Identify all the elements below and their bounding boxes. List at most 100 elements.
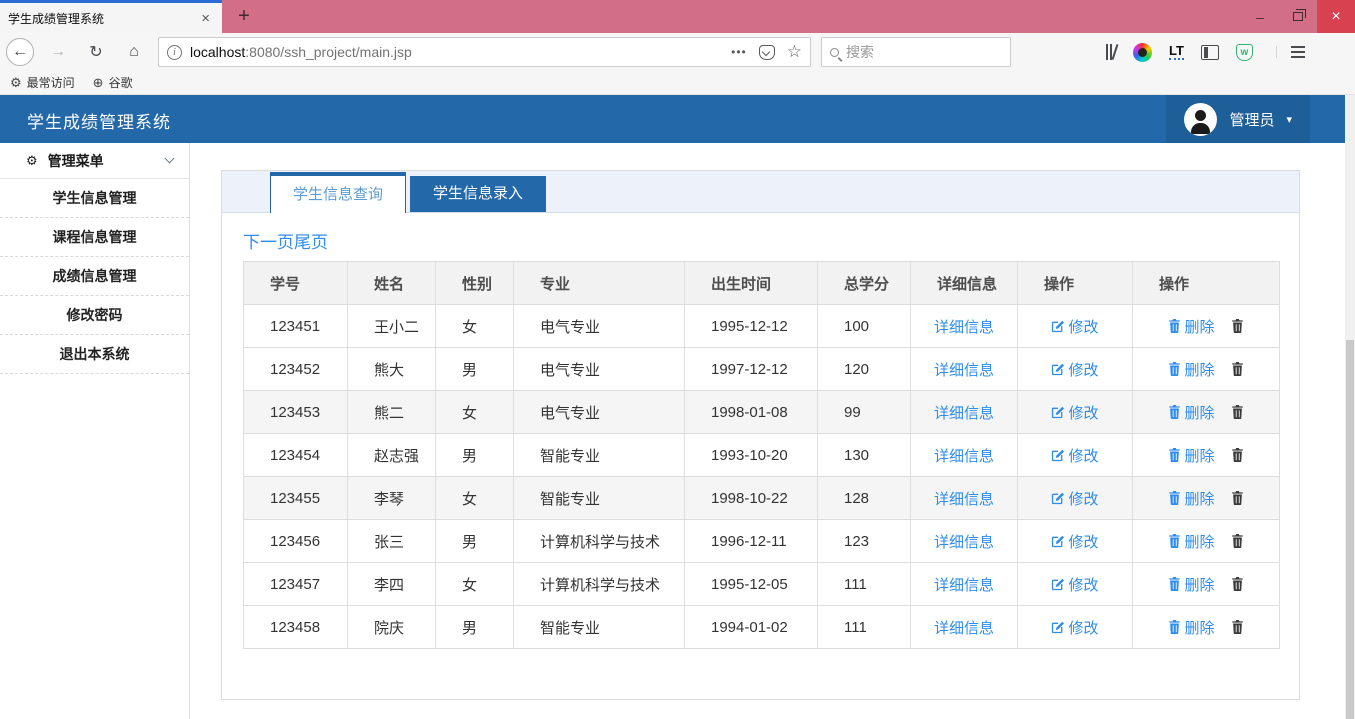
chevron-down-icon (165, 154, 175, 164)
table-row: 123453熊二女电气专业1998-01-0899详细信息修改删除 (244, 391, 1280, 434)
bookmark-google[interactable]: ⊕ 谷歌 (93, 74, 133, 91)
scrollbar-thumb[interactable] (1346, 340, 1354, 719)
globe-icon: ⊕ (93, 76, 104, 89)
page-scrollbar[interactable] (1345, 95, 1355, 719)
site-info-icon[interactable]: i (167, 45, 182, 60)
student-table: 学号姓名性别专业出生时间总学分详细信息操作操作 123451王小二女电气专业19… (243, 261, 1280, 649)
student-gender: 女 (436, 391, 514, 434)
bookmark-most-visited[interactable]: ⚙ 最常访问 (10, 74, 75, 91)
student-credits: 100 (818, 305, 911, 348)
column-header: 姓名 (348, 262, 436, 305)
admin-dropdown[interactable]: 管理员 ▾ (1166, 95, 1310, 143)
bookmark-star-icon[interactable]: ☆ (787, 42, 802, 62)
edit-cell: 修改 (1018, 563, 1133, 606)
tab-close-icon[interactable]: × (197, 10, 214, 27)
edit-link[interactable]: 修改 (1051, 359, 1098, 380)
pagination: 下一页尾页 (243, 228, 1299, 253)
detail-link[interactable]: 详细信息 (934, 445, 994, 466)
library-icon[interactable] (1106, 44, 1116, 60)
sidebar-menu-header[interactable]: ⚙ 管理菜单 (0, 143, 189, 179)
column-header: 总学分 (818, 262, 911, 305)
student-birthdate: 1995-12-12 (685, 305, 818, 348)
browser-tab[interactable]: 学生成绩管理系统 × (0, 0, 222, 33)
detail-link[interactable]: 详细信息 (934, 316, 994, 337)
search-icon (830, 48, 839, 57)
edit-link[interactable]: 修改 (1051, 617, 1098, 638)
delete-link[interactable]: 删除 (1168, 402, 1214, 423)
page-actions-icon[interactable]: ••• (731, 45, 747, 59)
last-page-link[interactable]: 尾页 (294, 233, 328, 252)
trash-button-icon[interactable] (1231, 448, 1244, 462)
trash-button-icon[interactable] (1231, 620, 1244, 634)
sidebar-item[interactable]: 学生信息管理 (0, 179, 189, 218)
detail-link[interactable]: 详细信息 (934, 617, 994, 638)
shield-extension-icon[interactable]: w (1236, 44, 1253, 61)
trash-button-icon[interactable] (1231, 491, 1244, 505)
sidebar-item[interactable]: 课程信息管理 (0, 218, 189, 257)
detail-link[interactable]: 详细信息 (934, 531, 994, 552)
languagetool-icon[interactable]: LT (1169, 44, 1184, 60)
menu-icon[interactable] (1276, 46, 1305, 58)
edit-icon (1051, 619, 1065, 636)
edit-cell: 修改 (1018, 606, 1133, 649)
window-controls: – × (1241, 0, 1355, 33)
delete-link[interactable]: 删除 (1168, 617, 1214, 638)
delete-link[interactable]: 删除 (1168, 359, 1214, 380)
search-input[interactable]: 搜索 (821, 37, 1011, 67)
tab-student-query[interactable]: 学生信息查询 (270, 172, 406, 213)
edit-link[interactable]: 修改 (1051, 488, 1098, 509)
close-button[interactable]: × (1317, 0, 1355, 33)
edit-link[interactable]: 修改 (1051, 531, 1098, 552)
next-page-link[interactable]: 下一页 (243, 233, 294, 252)
screenshot-extension-icon[interactable] (1133, 43, 1152, 62)
new-tab-button[interactable]: + (228, 0, 260, 33)
detail-link[interactable]: 详细信息 (934, 574, 994, 595)
url-text[interactable]: localhost:8080/ssh_project/main.jsp (190, 44, 723, 60)
trash-button-icon[interactable] (1231, 362, 1244, 376)
refresh-button[interactable]: ↻ (82, 38, 110, 66)
delete-cell: 删除 (1133, 606, 1280, 649)
detail-link[interactable]: 详细信息 (934, 359, 994, 380)
sidebar-item[interactable]: 修改密码 (0, 296, 189, 335)
trash-button-icon[interactable] (1231, 405, 1244, 419)
minimize-button[interactable]: – (1241, 0, 1279, 33)
sidebar-toggle-icon[interactable] (1201, 45, 1219, 60)
trash-icon (1168, 404, 1181, 421)
sidebar-item[interactable]: 成绩信息管理 (0, 257, 189, 296)
student-credits: 111 (818, 606, 911, 649)
student-credits: 128 (818, 477, 911, 520)
admin-label: 管理员 (1229, 109, 1274, 130)
student-gender: 男 (436, 434, 514, 477)
maximize-button[interactable] (1279, 0, 1317, 33)
delete-link[interactable]: 删除 (1168, 574, 1214, 595)
edit-link[interactable]: 修改 (1051, 316, 1098, 337)
tab-student-entry[interactable]: 学生信息录入 (410, 176, 546, 212)
delete-link[interactable]: 删除 (1168, 531, 1214, 552)
home-button[interactable]: ⌂ (120, 38, 148, 66)
trash-button-icon[interactable] (1231, 534, 1244, 548)
detail-link[interactable]: 详细信息 (934, 402, 994, 423)
delete-link[interactable]: 删除 (1168, 488, 1214, 509)
delete-link[interactable]: 删除 (1168, 316, 1214, 337)
detail-cell: 详细信息 (911, 305, 1018, 348)
url-bar[interactable]: i localhost:8080/ssh_project/main.jsp ••… (158, 37, 811, 67)
trash-button-icon[interactable] (1231, 319, 1244, 333)
table-row: 123451王小二女电气专业1995-12-12100详细信息修改删除 (244, 305, 1280, 348)
student-id: 123452 (244, 348, 348, 391)
delete-link[interactable]: 删除 (1168, 445, 1214, 466)
column-header: 出生时间 (685, 262, 818, 305)
pocket-icon[interactable] (759, 45, 775, 60)
browser-titlebar: 学生成绩管理系统 × + – × (0, 0, 1355, 33)
column-header: 性别 (436, 262, 514, 305)
edit-link[interactable]: 修改 (1051, 445, 1098, 466)
detail-link[interactable]: 详细信息 (934, 488, 994, 509)
trash-button-icon[interactable] (1231, 577, 1244, 591)
student-name: 张三 (348, 520, 436, 563)
table-row: 123457李四女计算机科学与技术1995-12-05111详细信息修改删除 (244, 563, 1280, 606)
forward-button[interactable]: → (44, 38, 72, 66)
edit-link[interactable]: 修改 (1051, 402, 1098, 423)
sidebar-item[interactable]: 退出本系统 (0, 335, 189, 374)
edit-link[interactable]: 修改 (1051, 574, 1098, 595)
student-id: 123453 (244, 391, 348, 434)
back-button[interactable]: ← (6, 38, 34, 66)
